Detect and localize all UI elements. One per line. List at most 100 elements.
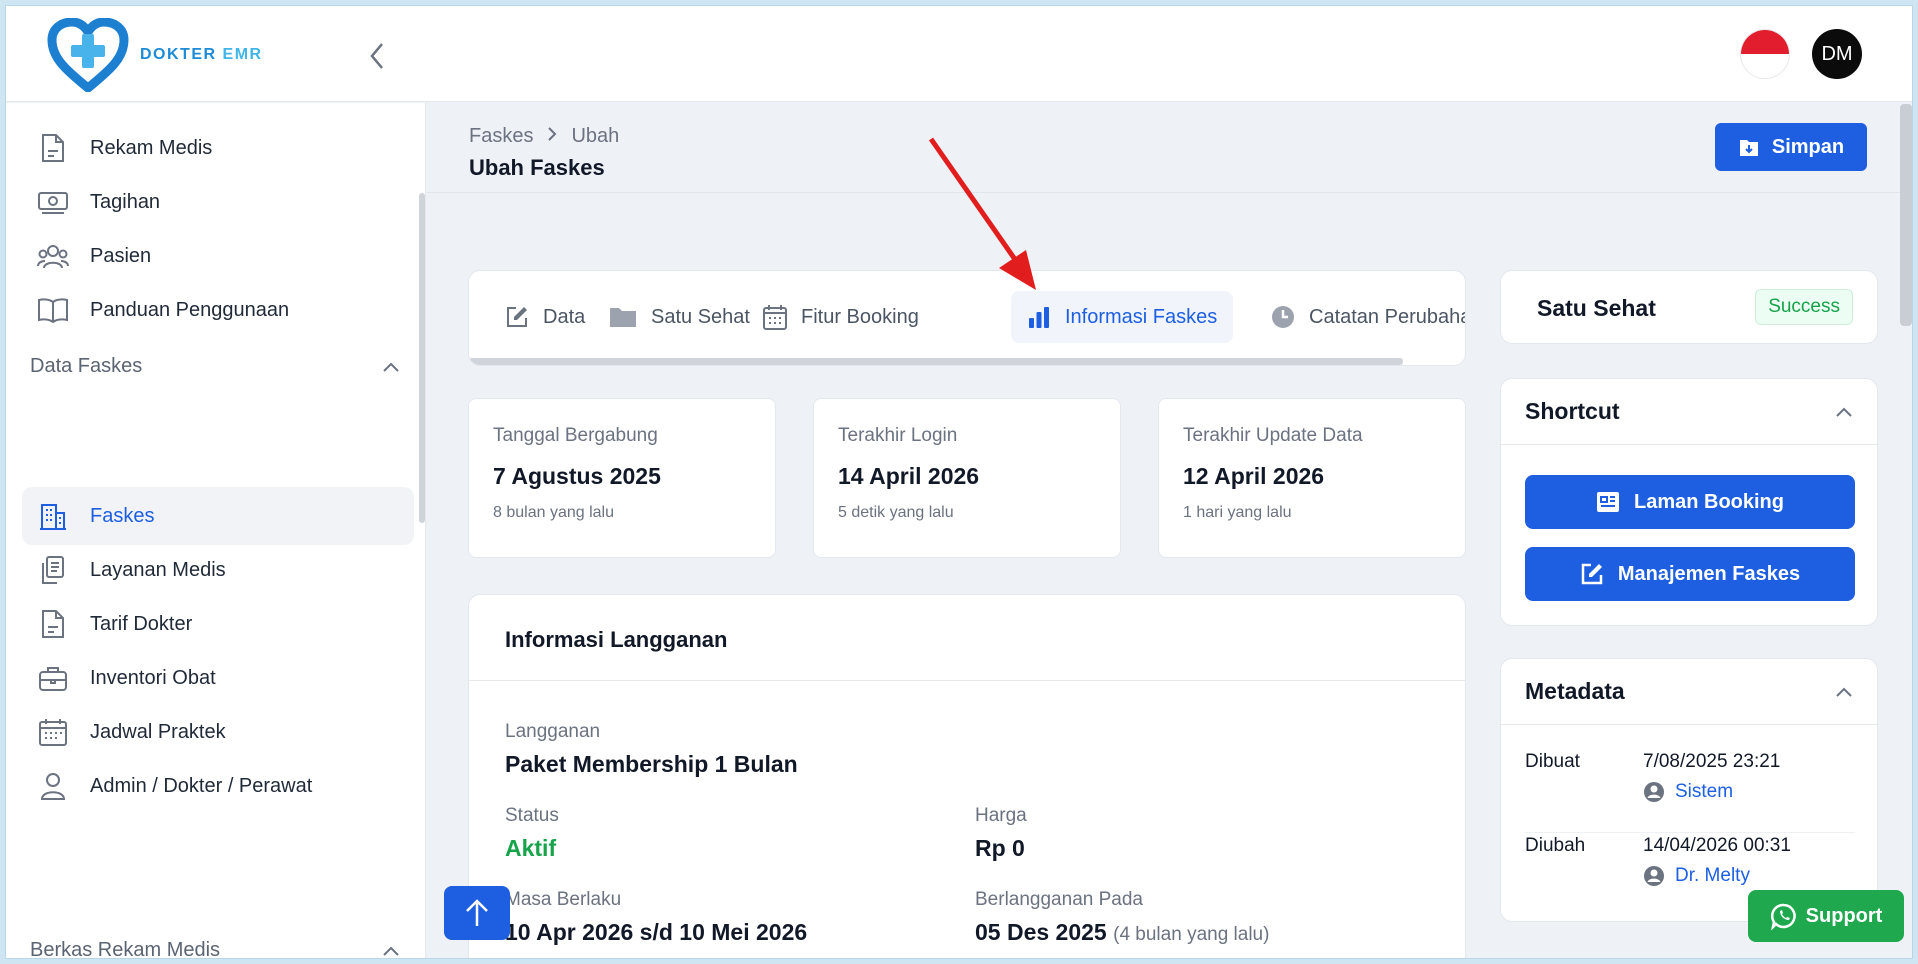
app-window: DOKTER EMR DM Rekam Medis Tagihan Pasien… bbox=[5, 5, 1913, 959]
stat-value: 14 April 2026 bbox=[838, 463, 980, 489]
meta-label: Diubah bbox=[1525, 835, 1586, 856]
tab-data[interactable]: Data bbox=[489, 291, 601, 343]
meta-user-link[interactable]: Dr. Melty bbox=[1643, 865, 1750, 887]
language-flag-button[interactable] bbox=[1740, 29, 1790, 79]
chevron-up-icon bbox=[1836, 407, 1852, 417]
meta-label: Dibuat bbox=[1525, 751, 1580, 772]
whatsapp-icon bbox=[1770, 902, 1798, 930]
save-button[interactable]: Simpan bbox=[1715, 123, 1867, 171]
sidebar-section-data-faskes[interactable]: Data Faskes bbox=[30, 355, 400, 378]
button-label: Manajemen Faskes bbox=[1617, 562, 1801, 585]
chevron-left-icon bbox=[370, 43, 383, 69]
support-label: Support bbox=[1805, 904, 1883, 927]
tab-catatan-perubahan[interactable]: Catatan Perubahan bbox=[1255, 291, 1466, 343]
tab-fitur-booking[interactable]: Fitur Booking bbox=[747, 291, 935, 343]
satu-sehat-card: Satu Sehat Success bbox=[1500, 270, 1878, 344]
status-badge: Success bbox=[1755, 289, 1853, 325]
stat-relative-time: 8 bulan yang lalu bbox=[493, 504, 614, 521]
period-value: 10 Apr 2026 s/d 10 Mei 2026 bbox=[505, 919, 808, 945]
support-button[interactable]: Support bbox=[1748, 890, 1904, 942]
meta-user-link[interactable]: Sistem bbox=[1643, 781, 1733, 803]
bar-chart-icon bbox=[1027, 305, 1051, 329]
tabs-scrollbar[interactable] bbox=[469, 358, 1403, 365]
sidebar: Rekam Medis Tagihan Pasien Panduan Pengg… bbox=[6, 103, 426, 958]
price-value: Rp 0 bbox=[975, 835, 1025, 861]
sidebar-item-admin-dokter-perawat[interactable]: Admin / Dokter / Perawat bbox=[22, 757, 414, 815]
document-icon bbox=[36, 131, 70, 165]
sidebar-item-label: Tarif Dokter bbox=[90, 612, 193, 635]
tab-informasi-faskes[interactable]: Informasi Faskes bbox=[1011, 291, 1234, 343]
plan-value: Paket Membership 1 Bulan bbox=[505, 751, 798, 777]
sidebar-item-inventori-obat[interactable]: Inventori Obat bbox=[22, 649, 414, 707]
shortcut-header[interactable]: Shortcut bbox=[1501, 379, 1877, 445]
top-header: DOKTER EMR DM bbox=[6, 6, 1912, 102]
sidebar-item-label: Panduan Penggunaan bbox=[90, 298, 290, 321]
newspaper-icon bbox=[1596, 491, 1620, 513]
meta-created-row: Dibuat 7/08/2025 23:21 Sistem bbox=[1525, 751, 1855, 833]
sidebar-item-label: Inventori Obat bbox=[90, 666, 216, 689]
edit-icon bbox=[1580, 562, 1604, 586]
metadata-header[interactable]: Metadata bbox=[1501, 659, 1877, 725]
subscribed-label: Berlangganan Pada bbox=[975, 889, 1143, 910]
sidebar-item-label: Layanan Medis bbox=[90, 558, 226, 581]
breadcrumb-current: Ubah bbox=[571, 125, 620, 147]
sidebar-scrollbar[interactable] bbox=[419, 193, 425, 523]
status-label: Status bbox=[505, 805, 559, 826]
collapse-sidebar-button[interactable] bbox=[364, 40, 390, 72]
page-header: Faskes Ubah Ubah Faskes Simpan bbox=[427, 103, 1912, 193]
period-label: Masa Berlaku bbox=[505, 889, 622, 910]
shortcut-card: Shortcut Laman Booking Manajemen Faskes bbox=[1500, 378, 1878, 626]
save-label: Simpan bbox=[1771, 135, 1845, 158]
money-icon bbox=[36, 185, 70, 219]
brand-name: DOKTER EMR bbox=[140, 46, 263, 63]
sidebar-item-faskes[interactable]: Faskes bbox=[22, 487, 414, 545]
tab-label: Informasi Faskes bbox=[1065, 305, 1218, 328]
chevron-up-icon bbox=[383, 946, 399, 956]
breadcrumb-link-faskes[interactable]: Faskes bbox=[469, 125, 533, 148]
sidebar-item-pasien[interactable]: Pasien bbox=[22, 227, 414, 285]
stat-label: Terakhir Login bbox=[838, 425, 958, 446]
user-avatar[interactable]: DM bbox=[1812, 29, 1862, 79]
calendar-icon bbox=[763, 304, 787, 330]
stat-label: Tanggal Bergabung bbox=[493, 425, 658, 446]
sidebar-item-label: Admin / Dokter / Perawat bbox=[90, 774, 313, 797]
laman-booking-button[interactable]: Laman Booking bbox=[1525, 475, 1855, 529]
sidebar-item-label: Faskes bbox=[90, 504, 155, 527]
breadcrumb: Faskes Ubah bbox=[469, 125, 619, 148]
sidebar-item-label: Jadwal Praktek bbox=[90, 720, 226, 743]
briefcase-icon bbox=[36, 661, 70, 695]
tab-label: Satu Sehat bbox=[651, 305, 750, 328]
page-scrollbar[interactable] bbox=[1900, 104, 1912, 326]
stat-card-last-update: Terakhir Update Data 12 April 2026 1 har… bbox=[1158, 398, 1466, 558]
stat-card-joined: Tanggal Bergabung 7 Agustus 2025 8 bulan… bbox=[468, 398, 776, 558]
heart-cross-logo-icon bbox=[47, 18, 129, 92]
section-label: Berkas Rekam Medis bbox=[30, 939, 221, 959]
users-icon bbox=[36, 239, 70, 273]
page-title: Ubah Faskes bbox=[469, 155, 605, 180]
sidebar-item-tarif-dokter[interactable]: Tarif Dokter bbox=[22, 595, 414, 653]
building-icon bbox=[36, 499, 70, 533]
brand-logo[interactable]: DOKTER EMR bbox=[46, 18, 263, 92]
sidebar-item-panduan[interactable]: Panduan Penggunaan bbox=[22, 281, 414, 339]
save-download-icon bbox=[1738, 136, 1760, 158]
sidebar-item-rekam-medis[interactable]: Rekam Medis bbox=[22, 119, 414, 177]
sidebar-item-jadwal-praktek[interactable]: Jadwal Praktek bbox=[22, 703, 414, 761]
flag-red-stripe bbox=[1741, 30, 1789, 54]
tab-bar: Data Satu Sehat Fitur Booking Informasi … bbox=[468, 270, 1466, 366]
tab-satu-sehat[interactable]: Satu Sehat bbox=[593, 291, 766, 343]
manajemen-faskes-button[interactable]: Manajemen Faskes bbox=[1525, 547, 1855, 601]
chevron-up-icon bbox=[383, 362, 399, 372]
sidebar-item-label: Rekam Medis bbox=[90, 136, 213, 159]
button-label: Laman Booking bbox=[1633, 490, 1784, 513]
calendar-icon bbox=[36, 715, 70, 749]
user-icon bbox=[36, 769, 70, 803]
scroll-to-top-button[interactable] bbox=[444, 886, 510, 940]
tab-label: Catatan Perubahan bbox=[1309, 305, 1466, 328]
sidebar-item-layanan-medis[interactable]: Layanan Medis bbox=[22, 541, 414, 599]
chevron-up-icon bbox=[1836, 687, 1852, 697]
price-label: Harga bbox=[975, 805, 1027, 826]
subscription-card: Informasi Langganan Langganan Paket Memb… bbox=[468, 594, 1466, 958]
stat-relative-time: 5 detik yang lalu bbox=[838, 504, 954, 521]
sidebar-item-tagihan[interactable]: Tagihan bbox=[22, 173, 414, 231]
sidebar-section-berkas-rekam-medis[interactable]: Berkas Rekam Medis bbox=[30, 939, 400, 959]
